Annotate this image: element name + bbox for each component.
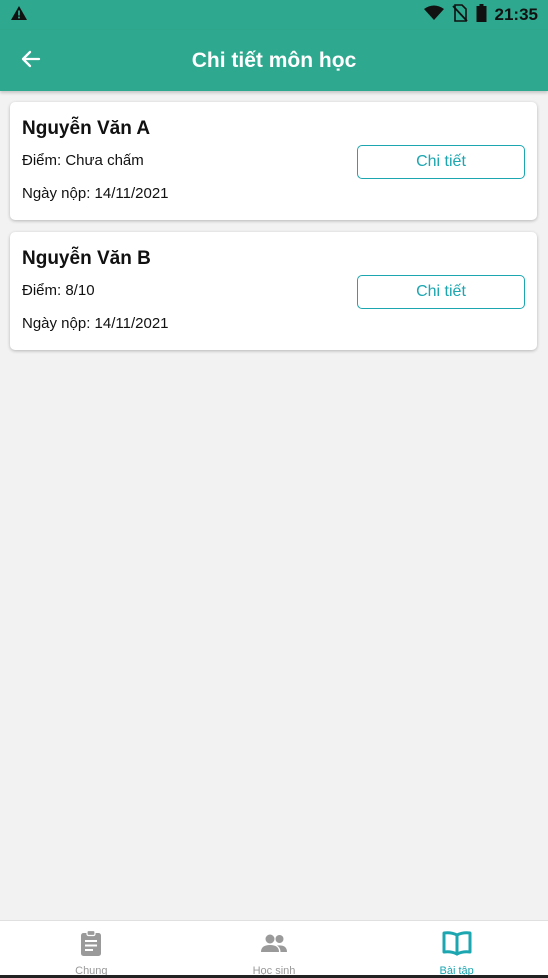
people-icon: [260, 930, 288, 961]
student-name: Nguyễn Văn A: [22, 118, 151, 139]
submission-list: Nguyễn Văn A Điểm: Chưa chấm Ngày nộp: 1…: [10, 102, 537, 362]
nav-item-bai-tap[interactable]: Bài tập: [365, 921, 548, 978]
bottom-nav: Chung Học sinh Bài tập: [0, 920, 548, 978]
student-name: Nguyễn Văn B: [22, 248, 151, 269]
clipboard-icon: [79, 929, 103, 961]
submit-date: Ngày nộp: 14/11/2021: [22, 315, 169, 332]
arrow-left-icon: [21, 50, 41, 73]
app-bar: Chi tiết môn học: [0, 30, 548, 91]
no-sim-icon: [451, 3, 468, 27]
submission-card: Nguyễn Văn B Điểm: 8/10 Ngày nộp: 14/11/…: [10, 232, 537, 350]
battery-icon: [476, 3, 487, 27]
nav-item-hoc-sinh[interactable]: Học sinh: [183, 921, 366, 978]
score-text: Điểm: Chưa chấm: [22, 152, 144, 169]
book-icon: [442, 930, 472, 961]
detail-button[interactable]: Chi tiết: [357, 145, 525, 179]
warning-icon: [10, 5, 28, 26]
score-text: Điểm: 8/10: [22, 282, 95, 299]
status-time: 21:35: [494, 5, 538, 24]
detail-button[interactable]: Chi tiết: [357, 275, 525, 309]
status-bar: 21:35: [0, 0, 548, 30]
submission-card: Nguyễn Văn A Điểm: Chưa chấm Ngày nộp: 1…: [10, 102, 537, 220]
nav-item-chung[interactable]: Chung: [0, 921, 183, 978]
submit-date: Ngày nộp: 14/11/2021: [22, 185, 169, 202]
page-title: Chi tiết môn học: [191, 48, 357, 72]
back-button[interactable]: [14, 44, 48, 78]
wifi-icon: [423, 5, 444, 26]
